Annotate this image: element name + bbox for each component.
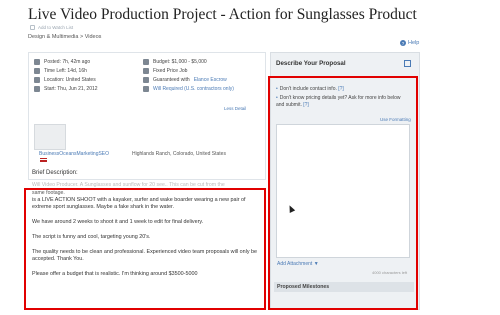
proposal-title: Describe Your Proposal [276, 60, 346, 67]
job-type-row: Fixed Price Job [143, 68, 187, 74]
document-icon [143, 86, 149, 92]
elance-escrow-link[interactable]: Elance Escrow [194, 77, 227, 83]
location-row: Location: United States [34, 77, 96, 83]
start-text: Start: Thu, Jun 21, 2012 [44, 86, 98, 92]
watch-star-icon [30, 25, 35, 30]
time-left-row: Time Left: 14d, 16h [34, 68, 87, 74]
help-link[interactable]: ? Help [400, 40, 419, 46]
budget-text: Budget: $1,000 - $5,000 [153, 59, 207, 65]
posted-row: Posted: 7h, 42m ago [34, 59, 90, 65]
poster-name-link[interactable]: BusinessOceansMarketingSEO [39, 151, 109, 157]
expand-icon[interactable] [404, 60, 411, 67]
clock-icon [34, 68, 40, 74]
guaranteed-text: Guaranteed with [153, 77, 190, 83]
page-title: Live Video Production Project - Action f… [28, 6, 417, 23]
money-icon [143, 59, 149, 65]
shield-icon [143, 77, 149, 83]
us-flag-icon [40, 158, 47, 162]
location-pin-icon [34, 77, 40, 83]
breadcrumb[interactable]: Design & Multimedia > Videos [28, 34, 101, 40]
poster-location: Highlands Ranch, Colorado, United States [132, 151, 226, 157]
posted-text: Posted: 7h, 42m ago [44, 59, 91, 65]
job-type-text: Fixed Price Job [153, 68, 188, 74]
help-icon: ? [400, 40, 406, 46]
will-required-link[interactable]: Will Required (U.S. contractors only) [153, 86, 234, 92]
highlight-box-brief [24, 188, 266, 310]
calendar-icon [34, 59, 40, 65]
add-to-watch-list-link[interactable]: Add to Watch List [30, 25, 73, 30]
time-left-text: Time Left: 14d, 16h [44, 68, 87, 74]
start-row: Start: Thu, Jun 21, 2012 [34, 86, 98, 92]
highlight-box-proposal [268, 76, 418, 310]
help-label: Help [408, 40, 420, 46]
tag-icon [143, 68, 149, 74]
poster-avatar[interactable] [34, 124, 66, 150]
less-detail-link[interactable]: Less Detail [224, 106, 246, 111]
will-required-row: Will Required (U.S. contractors only) [143, 86, 234, 92]
guaranteed-row: Guaranteed with Elance Escrow [143, 77, 227, 83]
location-text: Location: United States [44, 77, 96, 83]
start-calendar-icon [34, 86, 40, 92]
brief-description-label: Brief Description: [32, 170, 78, 176]
budget-row: Budget: $1,000 - $5,000 [143, 59, 207, 65]
add-to-watch-list-label: Add to Watch List [38, 25, 74, 30]
